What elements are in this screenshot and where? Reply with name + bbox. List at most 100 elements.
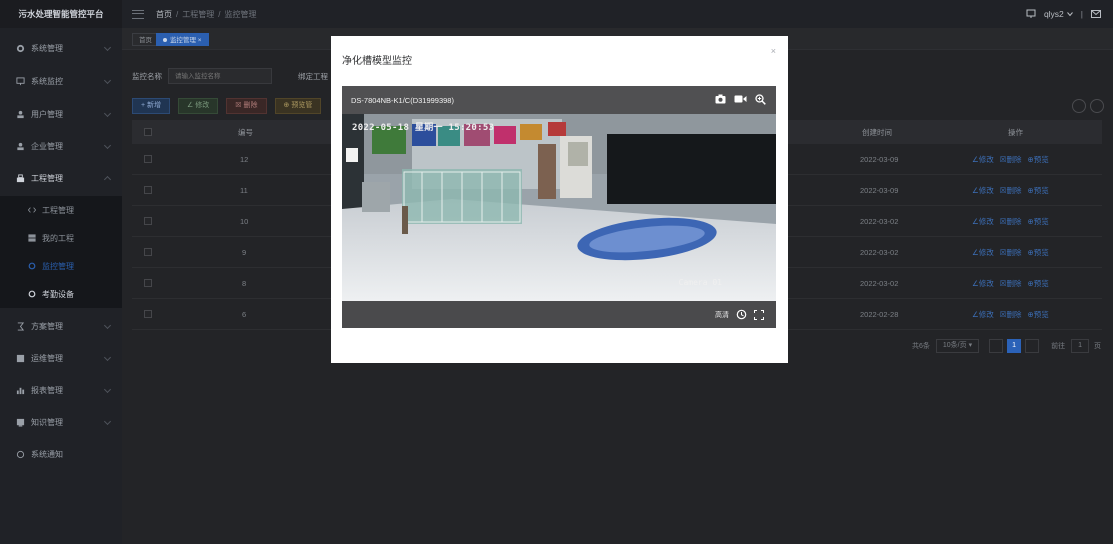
- username[interactable]: qlys2: [1044, 9, 1064, 19]
- player-header: DS-7804NB-K1/C(D31999398): [342, 86, 776, 114]
- sidebar-item-engineering-management[interactable]: 工程管理: [0, 163, 122, 194]
- row-delete-link[interactable]: ☒删除: [1000, 154, 1022, 165]
- row-checkbox[interactable]: [144, 186, 152, 194]
- row-delete-link[interactable]: ☒删除: [1000, 185, 1022, 196]
- row-preview-link[interactable]: ⊕预览: [1027, 154, 1048, 165]
- sidebar-item-system-notice[interactable]: 系统通知: [0, 439, 122, 470]
- video-stream[interactable]: 2022-05-18 星期一 15:20:53 Camera 01: [342, 114, 776, 301]
- menu-toggle-icon[interactable]: [132, 9, 144, 19]
- sidebar-subitem-label: 监控管理: [42, 261, 74, 271]
- row-checkbox[interactable]: [144, 155, 152, 163]
- edit-button[interactable]: ∠ 修改: [178, 98, 219, 114]
- row-edit-link[interactable]: ∠修改: [972, 185, 994, 196]
- breadcrumb-separator: /: [218, 9, 221, 19]
- playback-icon[interactable]: [736, 309, 747, 320]
- breadcrumb-separator: /: [176, 9, 179, 19]
- row-preview-link[interactable]: ⊕预览: [1027, 216, 1048, 227]
- search-toggle-icon[interactable]: [1072, 99, 1086, 113]
- chevron-down-icon[interactable]: [1066, 11, 1073, 17]
- select-all-checkbox[interactable]: [144, 128, 152, 136]
- row-delete-link[interactable]: ☒删除: [1000, 247, 1022, 258]
- row-id: 6: [242, 309, 247, 319]
- camera-label: Camera 01: [678, 278, 722, 287]
- row-edit-link[interactable]: ∠修改: [972, 154, 994, 165]
- row-checkbox[interactable]: [144, 248, 152, 256]
- sidebar-item-knowledge-management[interactable]: 知识管理: [0, 407, 122, 438]
- refresh-icon[interactable]: [1090, 99, 1104, 113]
- sidebar-item-plan-management[interactable]: 方案管理: [0, 311, 122, 342]
- sidebar-item-system-management[interactable]: 系统管理: [0, 33, 122, 64]
- sidebar-item-label: 知识管理: [31, 418, 63, 427]
- search-label: 监控名称: [132, 71, 162, 81]
- zoom-in-icon[interactable]: [755, 94, 766, 105]
- camera-icon: [28, 262, 36, 270]
- prev-page-button[interactable]: [989, 339, 1004, 353]
- row-created: 2022-03-02: [860, 247, 899, 257]
- tag-home[interactable]: 首页: [132, 33, 159, 46]
- monitor-icon[interactable]: [1026, 9, 1036, 19]
- fullscreen-icon[interactable]: [754, 309, 764, 320]
- quality-label[interactable]: 高清: [715, 310, 729, 320]
- close-icon[interactable]: ×: [771, 46, 776, 56]
- row-edit-link[interactable]: ∠修改: [972, 247, 994, 258]
- report-icon: [16, 387, 25, 395]
- row-checkbox[interactable]: [144, 217, 152, 225]
- row-preview-link[interactable]: ⊕预览: [1027, 185, 1048, 196]
- grid-icon: [28, 234, 36, 242]
- row-id: 11: [240, 185, 248, 195]
- sidebar-subitem-monitor-management[interactable]: 监控管理: [0, 252, 122, 280]
- search-input[interactable]: [168, 68, 272, 84]
- add-button[interactable]: + 新增: [132, 98, 171, 114]
- mail-icon[interactable]: [1091, 10, 1101, 18]
- row-delete-link[interactable]: ☒删除: [1000, 309, 1022, 320]
- sidebar-item-system-monitor[interactable]: 系统监控: [0, 66, 122, 97]
- sidebar-subitem-my-projects[interactable]: 我的工程: [0, 224, 122, 252]
- preview-button[interactable]: ⊕ 预览管: [274, 98, 322, 114]
- row-delete-link[interactable]: ☒删除: [1000, 278, 1022, 289]
- toolbar: + 新增 ∠ 修改 ☒ 删除 ⊕ 预览管: [132, 98, 329, 114]
- sidebar-item-maintenance-management[interactable]: 运维管理: [0, 343, 122, 374]
- record-icon[interactable]: [734, 94, 747, 104]
- row-checkbox[interactable]: [144, 310, 152, 318]
- player-tools: [707, 94, 766, 105]
- page-size-select[interactable]: 10条/页 ▾: [935, 339, 980, 353]
- sidebar-subitem-label: 考勤设备: [42, 289, 74, 299]
- code-icon: [28, 207, 36, 213]
- row-preview-link[interactable]: ⊕预览: [1027, 247, 1048, 258]
- next-page-button[interactable]: [1025, 339, 1040, 353]
- row-delete-link[interactable]: ☒删除: [1000, 216, 1022, 227]
- row-checkbox[interactable]: [144, 279, 152, 287]
- row-edit-link[interactable]: ∠修改: [972, 309, 994, 320]
- tag-monitor-management[interactable]: 监控管理 ×: [156, 33, 209, 46]
- page-number-current[interactable]: 1: [1007, 339, 1022, 353]
- sidebar-item-report-management[interactable]: 报表管理: [0, 375, 122, 406]
- sidebar-subitem-label: 我的工程: [42, 233, 74, 243]
- enterprise-icon: [17, 142, 24, 151]
- row-preview-link[interactable]: ⊕预览: [1027, 309, 1048, 320]
- sidebar-item-label: 系统监控: [31, 77, 63, 86]
- sidebar-item-label: 用户管理: [31, 110, 63, 119]
- monitor-icon: [16, 77, 25, 86]
- sidebar-item-enterprise-management[interactable]: 企业管理: [0, 131, 122, 162]
- device-name: DS-7804NB-K1/C(D31999398): [351, 95, 454, 105]
- row-edit-link[interactable]: ∠修改: [972, 216, 994, 227]
- breadcrumb: 首页 / 工程管理 / 监控管理: [156, 9, 256, 20]
- video-player: DS-7804NB-K1/C(D31999398) 2022-05-18 星期一…: [342, 86, 776, 328]
- row-created: 2022-03-09: [860, 185, 899, 195]
- sidebar-subitem-engineering[interactable]: 工程管理: [0, 196, 122, 224]
- sidebar-subitem-attendance-device[interactable]: 考勤设备: [0, 280, 122, 308]
- goto-input[interactable]: 1: [1071, 339, 1089, 353]
- sidebar-item-user-management[interactable]: 用户管理: [0, 99, 122, 130]
- row-edit-link[interactable]: ∠修改: [972, 278, 994, 289]
- user-area: qlys2 |: [1026, 0, 1101, 28]
- row-preview-link[interactable]: ⊕预览: [1027, 278, 1048, 289]
- delete-button[interactable]: ☒ 删除: [226, 98, 267, 114]
- breadcrumb-engineering[interactable]: 工程管理: [182, 10, 214, 19]
- breadcrumb-home[interactable]: 首页: [156, 10, 172, 19]
- user-icon: [17, 110, 24, 119]
- snapshot-icon[interactable]: [715, 94, 726, 104]
- row-id: 10: [240, 216, 249, 226]
- maintenance-icon: [16, 354, 25, 363]
- plan-icon: [17, 322, 25, 331]
- top-bar: 首页 / 工程管理 / 监控管理 qlys2 |: [122, 0, 1113, 28]
